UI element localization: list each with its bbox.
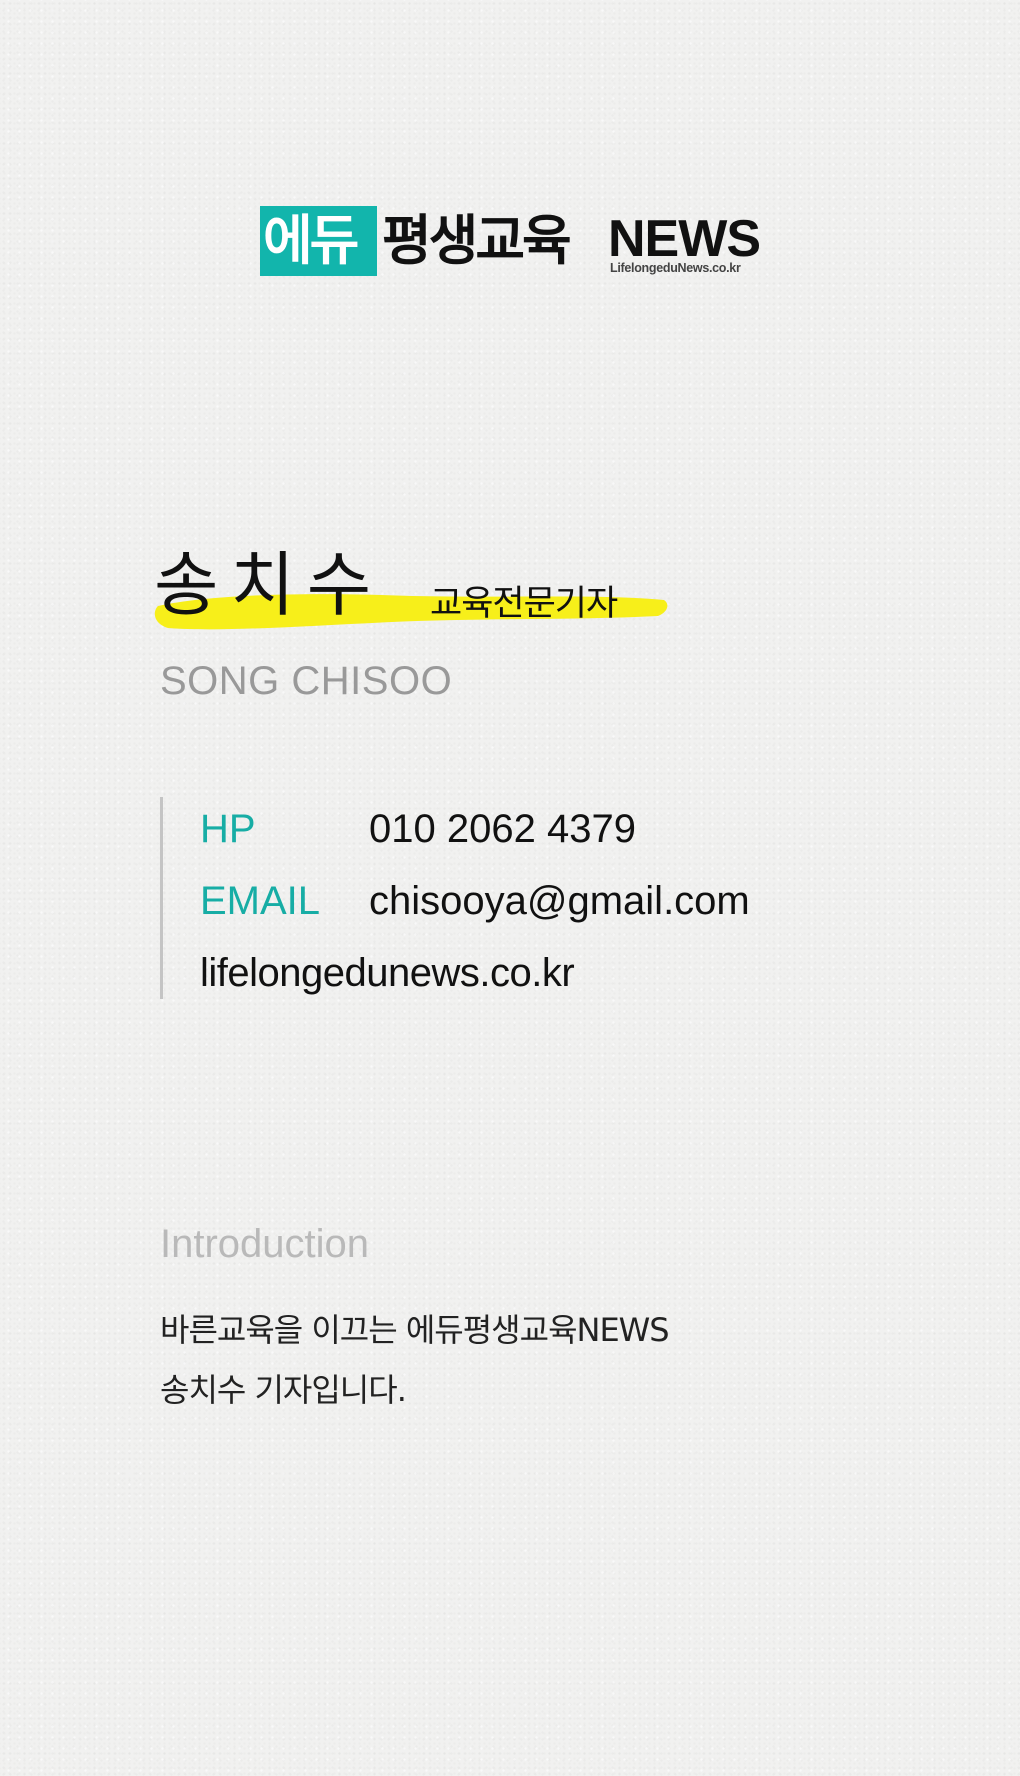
introduction-heading: Introduction — [160, 1222, 370, 1266]
phone-label: HP — [200, 807, 256, 851]
email-value[interactable]: chisooya@gmail.com — [369, 877, 750, 925]
logo-news-text: NEWS — [608, 210, 761, 268]
logo-badge: 에듀 — [260, 206, 377, 276]
phone-value[interactable]: 010 2062 4379 — [369, 805, 636, 853]
logo-badge-text: 에듀 — [263, 209, 359, 272]
reporter-title: 교육전문기자 — [430, 584, 618, 624]
logo-url-text: LifelongeduNews.co.kr — [610, 261, 741, 275]
reporter-name-english: SONG CHISOO — [160, 659, 453, 703]
introduction-line-2: 송치수 기자입니다. — [160, 1371, 407, 1409]
reporter-name: 송치수 — [154, 544, 384, 626]
logo-main-text: 평생교육 — [382, 209, 572, 272]
contact-divider — [160, 797, 163, 999]
email-label: EMAIL — [200, 879, 321, 923]
website-link[interactable]: lifelongedunews.co.kr — [200, 949, 575, 997]
introduction-line-1: 바른교육을 이끄는 에듀평생교육NEWS — [160, 1311, 670, 1349]
brand-logo: 에듀 평생교육 NEWS LifelongeduNews.co.kr — [260, 205, 761, 285]
